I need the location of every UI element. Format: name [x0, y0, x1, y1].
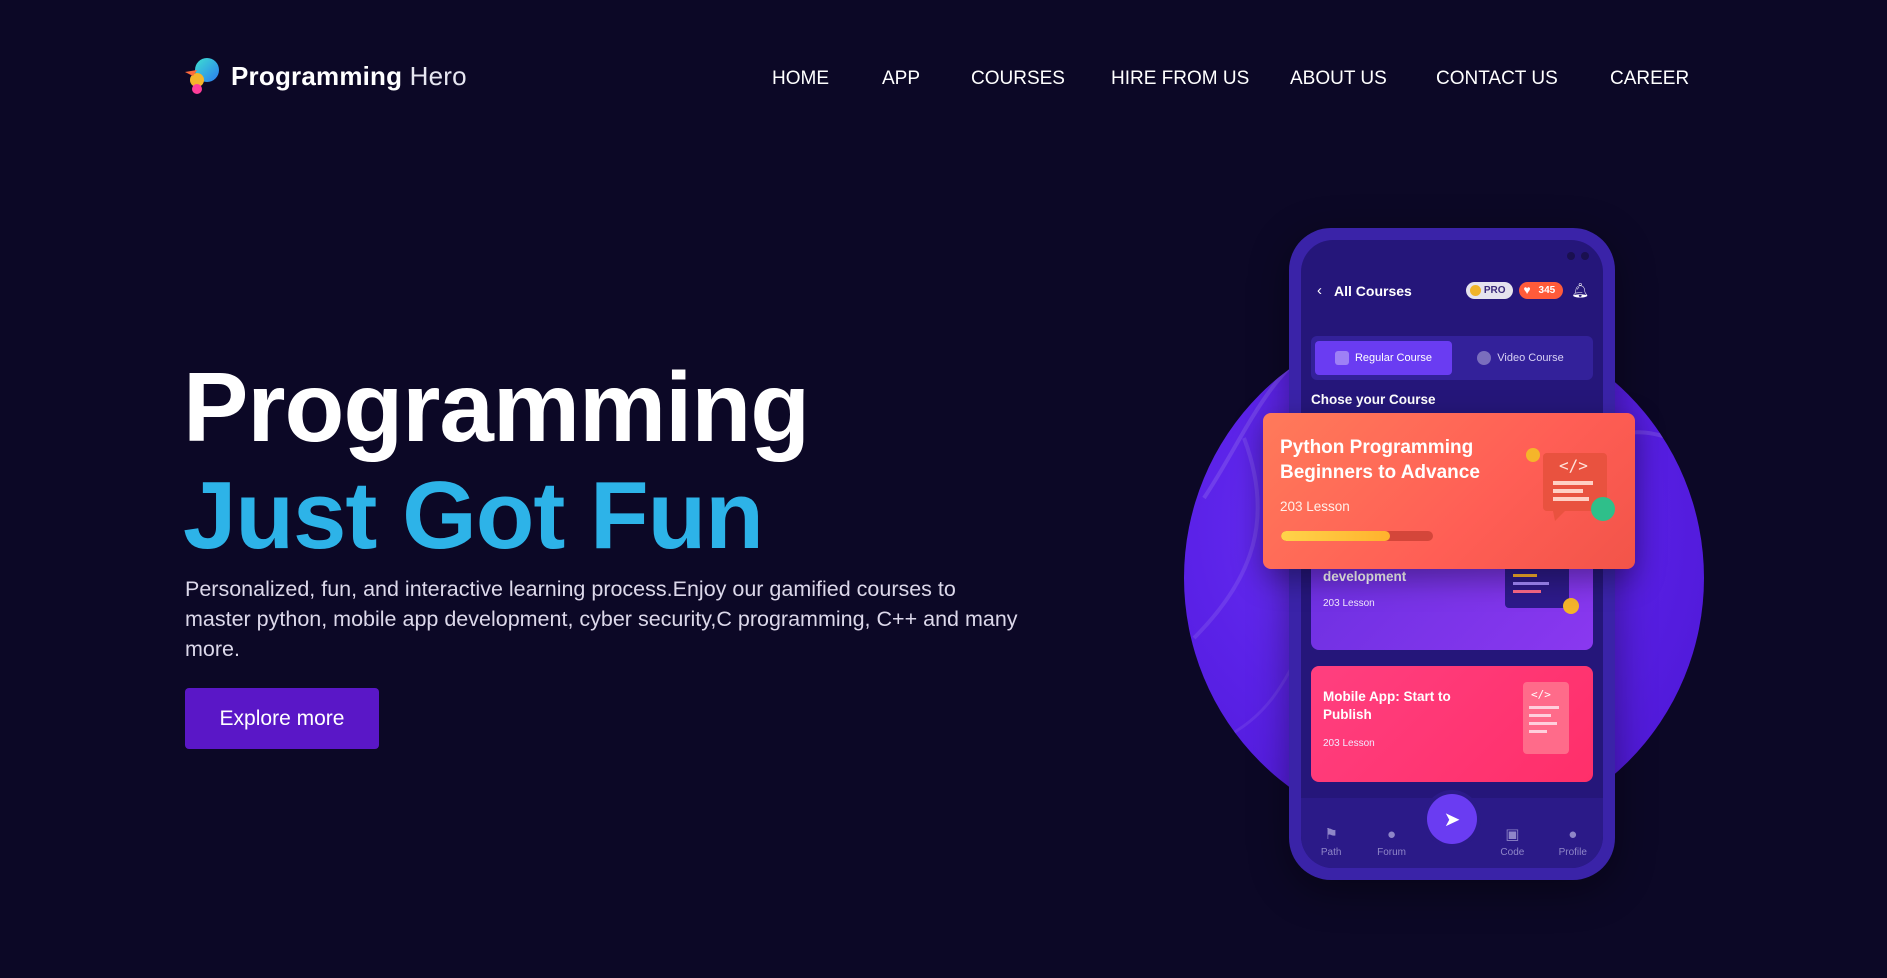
- course-card-python[interactable]: Python Programming Beginners to Advance …: [1263, 413, 1635, 569]
- nav-code[interactable]: ▣ Code: [1487, 825, 1537, 858]
- list-icon: [1334, 351, 1349, 365]
- svg-text:</>: </>: [1531, 688, 1551, 701]
- nav-home[interactable]: HOME: [772, 68, 829, 90]
- svg-text:</>: </>: [1559, 456, 1588, 475]
- back-icon[interactable]: ‹: [1317, 282, 1322, 299]
- nav-career[interactable]: CAREER: [1610, 68, 1689, 90]
- tab-label: Regular Course: [1354, 352, 1433, 364]
- progress-fill: [1281, 531, 1391, 541]
- app-title: All Courses: [1334, 282, 1412, 299]
- nav-explore[interactable]: ➤: [1426, 794, 1477, 858]
- course-lessons: 203 Lesson: [1323, 598, 1375, 609]
- pro-badge: PRO: [1465, 282, 1513, 299]
- app-bottom-nav: ⚑ Path ● Forum ➤ ▣ Code ● Profile: [1301, 794, 1603, 868]
- app-topbar: ‹ All Courses PRO 345 🔔︎: [1317, 282, 1589, 299]
- tab-label: Video Course: [1497, 352, 1564, 364]
- course-lessons: 203 Lesson: [1323, 738, 1375, 749]
- user-icon: ●: [1568, 826, 1578, 843]
- code-chat-icon: </>: [1523, 447, 1617, 525]
- flag-icon: ⚑: [1324, 826, 1338, 843]
- chat-icon: ●: [1387, 826, 1397, 843]
- hero-title: Programming: [183, 352, 810, 462]
- emoji-icon: [1563, 598, 1579, 614]
- course-type-tabs: Regular Course Video Course: [1311, 336, 1593, 380]
- nav-contact-us[interactable]: CONTACT US: [1436, 68, 1558, 90]
- nav-forum[interactable]: ● Forum: [1367, 826, 1417, 858]
- course-title: Python Programming Beginners to Advance: [1280, 437, 1480, 483]
- tab-video-course[interactable]: Video Course: [1452, 341, 1589, 375]
- code-icon: ▣: [1505, 826, 1520, 843]
- compass-icon: ➤: [1426, 794, 1477, 844]
- gems-badge: 345: [1518, 282, 1564, 299]
- nav-about-us[interactable]: ABOUT US: [1290, 68, 1387, 90]
- camera-dots: [1567, 252, 1589, 260]
- tab-regular-course[interactable]: Regular Course: [1315, 341, 1452, 375]
- hero-subtitle: Just Got Fun: [183, 462, 764, 569]
- course-progress-bar: [1281, 531, 1433, 541]
- hero-description: Personalized, fun, and interactive learn…: [185, 577, 1018, 661]
- course-card-mobile[interactable]: Mobile App: Start to Publish 203 Lesson …: [1311, 666, 1593, 782]
- play-icon: [1477, 351, 1492, 365]
- code-document-icon: </>: [1523, 682, 1569, 754]
- section-title: Chose your Course: [1311, 392, 1436, 407]
- nav-profile[interactable]: ● Profile: [1548, 826, 1598, 858]
- course-title: Mobile App: Start to Publish: [1323, 689, 1451, 722]
- nav-courses[interactable]: COURSES: [971, 68, 1065, 90]
- bell-icon[interactable]: 🔔︎: [1571, 282, 1589, 299]
- nav-hire-from-us[interactable]: HIRE FROM US: [1111, 68, 1249, 90]
- course-lessons: 203 Lesson: [1280, 499, 1350, 514]
- nav-path[interactable]: ⚑ Path: [1306, 825, 1356, 858]
- nav-app[interactable]: APP: [882, 68, 920, 90]
- explore-more-button[interactable]: Explore more: [185, 688, 379, 749]
- main-nav: HOME APP COURSES HIRE FROM US ABOUT US C…: [0, 68, 1887, 94]
